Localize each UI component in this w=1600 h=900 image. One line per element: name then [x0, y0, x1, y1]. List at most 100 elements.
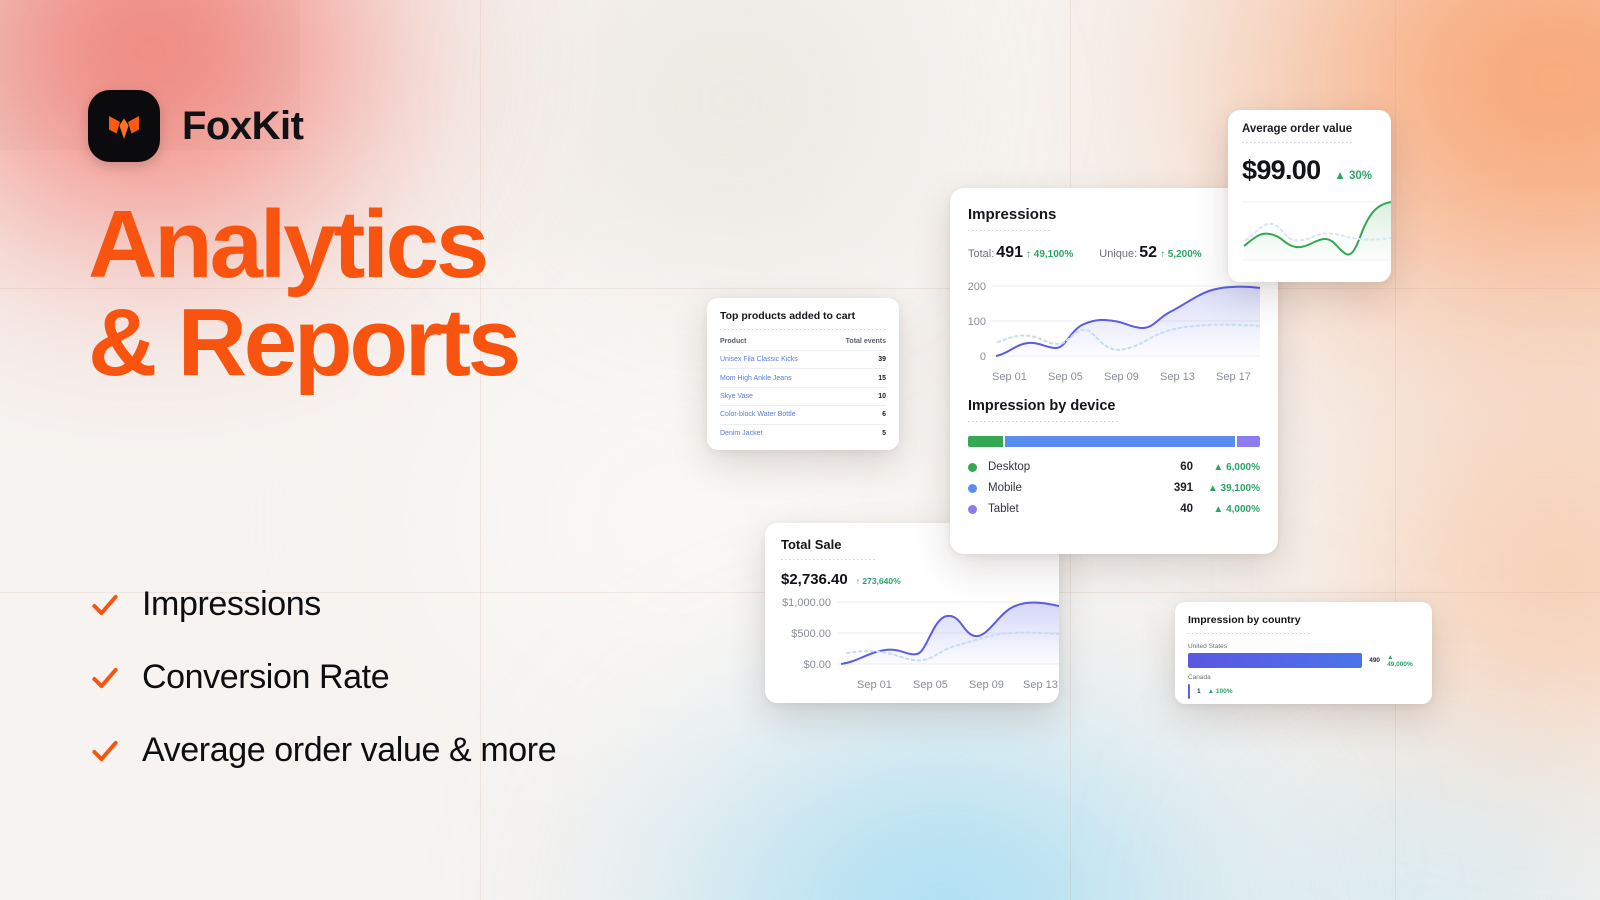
- impression-by-country-card[interactable]: Impression by country United States 490 …: [1175, 602, 1432, 704]
- device-delta: ▲ 39,100%: [1207, 482, 1260, 494]
- fox-logo-icon: [88, 90, 160, 162]
- product-events: 6: [829, 405, 886, 424]
- divider: [781, 559, 876, 560]
- device-stacked-bar: [968, 436, 1260, 447]
- table-row[interactable]: Denim Jacket 5: [720, 423, 886, 442]
- product-events: 39: [829, 349, 886, 369]
- product-name[interactable]: Denim Jacket: [720, 423, 830, 442]
- triangle-up-icon: ▲: [1213, 461, 1224, 473]
- table-row[interactable]: Skye Vase 10: [720, 386, 886, 406]
- country-row[interactable]: United States 490 ▲ 49,000%: [1188, 643, 1419, 668]
- stacked-bar-segment-mobile: [1004, 436, 1235, 447]
- stacked-bar-segment-tablet: [1236, 436, 1260, 447]
- impressions-total-delta: ↑ 49,100%: [1026, 249, 1074, 260]
- arrow-up-icon: ↑: [855, 576, 860, 586]
- total-sale-delta: ↑ 273,640%: [855, 576, 901, 586]
- list-item-label: Average order value & more: [142, 731, 557, 769]
- total-sale-value-row: $2,736.40 ↑ 273,640%: [781, 571, 1043, 588]
- divider: [1242, 142, 1352, 143]
- aov-value: $99.00: [1242, 155, 1321, 185]
- total-sale-value: $2,736.40: [781, 571, 848, 588]
- triangle-up-icon: ▲: [1387, 653, 1394, 661]
- divider: [968, 421, 1120, 422]
- device-color-dot-tablet: [968, 504, 977, 514]
- country-bar: [1188, 684, 1190, 699]
- card-title: Top products added to cart: [720, 310, 856, 322]
- x-tick-label: Sep 01: [992, 371, 1027, 383]
- card-title: Impression by country: [1188, 614, 1301, 626]
- list-item[interactable]: Desktop 60 ▲ 6,000%: [968, 461, 1260, 473]
- product-name[interactable]: Unisex Fila Classic Kicks: [720, 349, 830, 369]
- divider: [1188, 633, 1310, 634]
- divider: [968, 230, 1052, 231]
- country-name: United States: [1188, 643, 1228, 650]
- headline-line-1: Analytics: [88, 191, 489, 298]
- country-row[interactable]: Canada 1 ▲ 100%: [1188, 674, 1419, 699]
- impressions-chart: 200 100 0 Sep 01 Sep 05 Sep 09 Sep 13 Se…: [968, 281, 1261, 383]
- brand: FoxKit: [88, 90, 304, 162]
- arrow-up-icon: ↑: [1159, 249, 1165, 260]
- device-name: Mobile: [988, 482, 1022, 494]
- product-name[interactable]: Skye Vase: [720, 386, 830, 406]
- y-tick-label: $0.00: [803, 659, 831, 671]
- aov-chart: [1242, 201, 1391, 261]
- table-row[interactable]: Mom High Ankle Jeans 15: [720, 368, 886, 388]
- divider: [720, 329, 886, 330]
- product-name[interactable]: Mom High Ankle Jeans: [720, 368, 830, 388]
- product-events: 10: [829, 386, 886, 406]
- triangle-up-icon: ▲: [1207, 688, 1215, 695]
- stacked-bar-segment-desktop: [968, 436, 1003, 447]
- country-bar: [1188, 653, 1363, 668]
- device-value: 40: [1180, 503, 1193, 515]
- total-sale-chart: $1,000.00 $500.00 $0.00 Sep 01 Sep 05 Se…: [782, 597, 1059, 691]
- country-delta: ▲ 49,000%: [1387, 653, 1413, 668]
- column-header-total-events: Total events: [845, 338, 886, 345]
- triangle-up-icon: ▲: [1334, 170, 1346, 182]
- top-products-card[interactable]: Top products added to cart Product Total…: [707, 298, 899, 450]
- product-name[interactable]: Color-block Water Bottle: [720, 405, 830, 424]
- impressions-total: Total: 491 ↑ 49,100%: [968, 244, 1074, 261]
- list-item: Conversion Rate: [90, 658, 556, 697]
- list-item[interactable]: Tablet 40 ▲ 4,000%: [968, 503, 1260, 515]
- check-icon: [92, 740, 118, 761]
- country-name: Canada: [1188, 674, 1211, 681]
- y-tick-label: $500.00: [791, 628, 831, 640]
- device-legend-list: Desktop 60 ▲ 6,000% Mobile 391 ▲ 39,100%…: [968, 461, 1260, 515]
- check-icon: [92, 594, 118, 615]
- arrow-up-icon: ↑: [1026, 249, 1031, 260]
- product-events: 5: [829, 423, 886, 442]
- x-tick-label: Sep 01: [857, 679, 892, 691]
- table-header-row: Product Total events: [720, 338, 886, 351]
- triangle-up-icon: ▲: [1213, 503, 1224, 515]
- device-color-dot-mobile: [968, 483, 977, 493]
- x-tick-label: Sep 13: [1023, 679, 1058, 691]
- top-products-table: Product Total events Unisex Fila Classic…: [720, 338, 886, 442]
- impressions-unique: Unique: 52 ↑ 5,200%: [1099, 244, 1202, 261]
- table-row[interactable]: Unisex Fila Classic Kicks 39: [720, 349, 886, 369]
- list-item: Average order value & more: [90, 731, 557, 770]
- table-row[interactable]: Color-block Water Bottle 6: [720, 405, 886, 424]
- impressions-unique-delta: ↑ 5,200%: [1159, 249, 1202, 260]
- device-color-dot-desktop: [968, 462, 977, 472]
- x-tick-label: Sep 13: [1160, 371, 1195, 383]
- device-delta: ▲ 6,000%: [1213, 461, 1260, 473]
- list-item-label: Conversion Rate: [142, 658, 390, 696]
- card-title: Average order value: [1242, 123, 1353, 135]
- list-item[interactable]: Mobile 391 ▲ 39,100%: [968, 482, 1260, 494]
- y-tick-label: 0: [980, 351, 986, 363]
- device-delta: ▲ 4,000%: [1213, 503, 1260, 515]
- headline-line-2: & Reports: [88, 288, 521, 396]
- x-tick-label: Sep 17: [1216, 371, 1251, 383]
- brand-name: FoxKit: [182, 103, 304, 148]
- x-tick-label: Sep 09: [969, 679, 1004, 691]
- x-tick-label: Sep 09: [1104, 371, 1139, 383]
- aov-value-row: $99.00 ▲ 30%: [1242, 155, 1377, 186]
- device-value: 60: [1180, 461, 1193, 473]
- device-name: Desktop: [988, 461, 1031, 473]
- y-tick-label: 200: [968, 281, 986, 293]
- card-title: Impressions: [968, 206, 1057, 223]
- country-value: 490: [1369, 657, 1381, 664]
- list-item-label: Impressions: [142, 585, 321, 623]
- average-order-value-card[interactable]: Average order value $99.00 ▲ 30%: [1228, 110, 1391, 282]
- impressions-stats: Total: 491 ↑ 49,100% Unique: 52 ↑ 5,200%: [968, 244, 1260, 262]
